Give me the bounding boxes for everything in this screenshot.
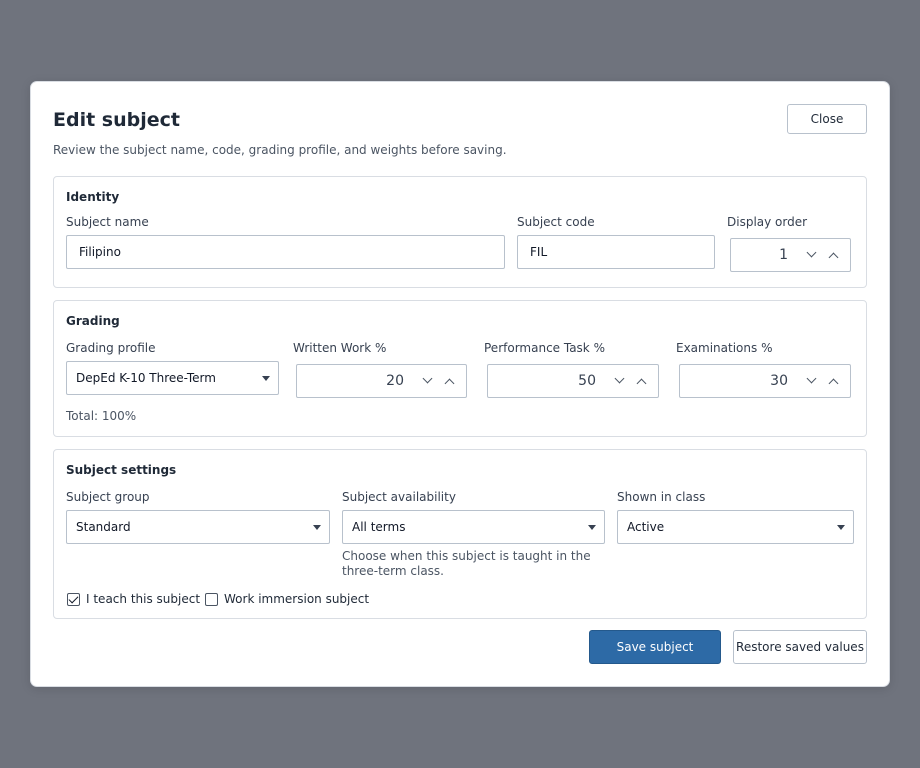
grading-heading: Grading (66, 314, 120, 328)
subject-code-label: Subject code (517, 215, 595, 229)
checkbox-unchecked-icon[interactable] (205, 592, 218, 606)
display-order-stepper[interactable]: 1 (730, 238, 851, 272)
examinations-label: Examinations % (676, 341, 773, 355)
dialog-subtitle: Review the subject name, code, grading p… (53, 143, 507, 157)
dropdown-caret-icon (262, 376, 270, 381)
examinations-value: 30 (770, 373, 788, 389)
subject-availability-value: All terms (352, 520, 406, 534)
chevron-up-icon[interactable] (828, 378, 839, 389)
examinations-stepper[interactable]: 30 (679, 364, 851, 398)
dropdown-caret-icon (588, 525, 596, 530)
grading-profile-label: Grading profile (66, 341, 156, 355)
restore-saved-values-button[interactable]: Restore saved values (733, 630, 867, 664)
grading-profile-value: DepEd K-10 Three-Term (76, 371, 216, 385)
chevron-down-icon[interactable] (422, 373, 433, 384)
grading-profile-select[interactable]: DepEd K-10 Three-Term (66, 361, 279, 395)
availability-help-text: Choose when this subject is taught in th… (342, 549, 591, 578)
weights-total: Total: 100% (66, 409, 137, 423)
subject-name-value: Filipino (79, 245, 121, 259)
subject-group-label: Subject group (66, 490, 150, 504)
dialog-title: Edit subject (53, 109, 180, 131)
identity-heading: Identity (66, 190, 120, 204)
display-order-label: Display order (727, 215, 808, 229)
close-button[interactable]: Close (787, 104, 867, 134)
work-immersion-checkbox[interactable]: Work immersion subject (205, 592, 369, 606)
performance-task-label: Performance Task % (484, 341, 605, 355)
chevron-up-icon[interactable] (828, 252, 839, 263)
performance-task-stepper[interactable]: 50 (487, 364, 659, 398)
subject-code-value: FIL (530, 245, 548, 259)
subject-group-select[interactable]: Standard (66, 510, 330, 544)
edit-subject-dialog: Edit subject Review the subject name, co… (30, 81, 890, 687)
display-order-value: 1 (779, 247, 788, 263)
subject-name-input[interactable]: Filipino (66, 235, 505, 269)
subject-code-input[interactable]: FIL (517, 235, 715, 269)
subject-settings-panel: Subject settings Subject group Standard … (53, 449, 867, 619)
chevron-down-icon[interactable] (806, 373, 817, 384)
shown-in-class-label: Shown in class (617, 490, 706, 504)
subject-name-label: Subject name (66, 215, 149, 229)
save-subject-button[interactable]: Save subject (589, 630, 721, 664)
subject-availability-label: Subject availability (342, 490, 456, 504)
written-work-stepper[interactable]: 20 (296, 364, 467, 398)
shown-in-class-select[interactable]: Active (617, 510, 854, 544)
subject-group-value: Standard (76, 520, 131, 534)
shown-in-class-value: Active (627, 520, 665, 534)
chevron-down-icon[interactable] (614, 373, 625, 384)
teach-subject-label: I teach this subject (86, 592, 201, 606)
written-work-value: 20 (386, 373, 404, 389)
dropdown-caret-icon (837, 525, 845, 530)
identity-panel: Identity Subject name Filipino Subject c… (53, 176, 867, 288)
dropdown-caret-icon (313, 525, 321, 530)
chevron-down-icon[interactable] (806, 247, 817, 258)
subject-availability-select[interactable]: All terms (342, 510, 605, 544)
work-immersion-label: Work immersion subject (224, 592, 370, 606)
grading-panel: Grading Grading profile DepEd K-10 Three… (53, 300, 867, 437)
checkbox-checked-icon[interactable] (67, 592, 80, 606)
written-work-label: Written Work % (293, 341, 387, 355)
chevron-up-icon[interactable] (636, 378, 647, 389)
chevron-up-icon[interactable] (444, 378, 455, 389)
performance-task-value: 50 (578, 373, 596, 389)
settings-heading: Subject settings (66, 463, 177, 477)
teach-subject-checkbox[interactable]: I teach this subject (67, 592, 200, 606)
